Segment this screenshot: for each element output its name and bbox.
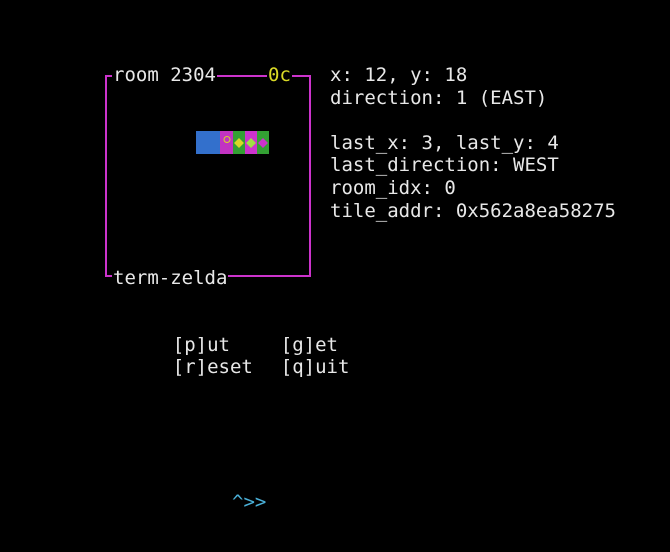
get-command[interactable]: [g]et (281, 334, 338, 357)
last-position-readout: last_x: 3, last_y: 4 (330, 131, 559, 154)
item-tile (245, 131, 257, 154)
item-tile (233, 131, 245, 154)
gem-icon (246, 137, 256, 148)
command-prompt[interactable]: ^>> (232, 491, 266, 514)
reset-command[interactable]: [r]eset (173, 356, 281, 379)
item-tile (257, 131, 269, 154)
direction-readout: direction: 1 (EAST) (330, 86, 548, 109)
room-code: 0c (267, 64, 292, 86)
position-readout: x: 12, y: 18 (330, 64, 468, 86)
room-frame (105, 75, 311, 277)
room-index-readout: room_idx: 0 (330, 176, 456, 199)
floor-tile-blue (196, 131, 220, 154)
gem-icon (234, 137, 244, 148)
tile-address-readout: tile_addr: 0x562a8ea58275 (330, 199, 616, 222)
room-title: room 2304 (112, 64, 217, 86)
gem-icon (258, 137, 268, 148)
command-menu: [p]ut [g]et [r]eset [q]uit (127, 311, 350, 379)
last-direction-readout: last_direction: WEST (330, 154, 559, 177)
debug-info-panel: x: 12, y: 18 direction: 1 (EAST) last_x:… (330, 64, 616, 222)
ring-icon (223, 136, 230, 143)
put-command[interactable]: [p]ut (173, 334, 281, 357)
quit-command[interactable]: [q]uit (281, 356, 350, 379)
game-title: term-zelda (112, 267, 229, 289)
player-tile (220, 131, 233, 154)
